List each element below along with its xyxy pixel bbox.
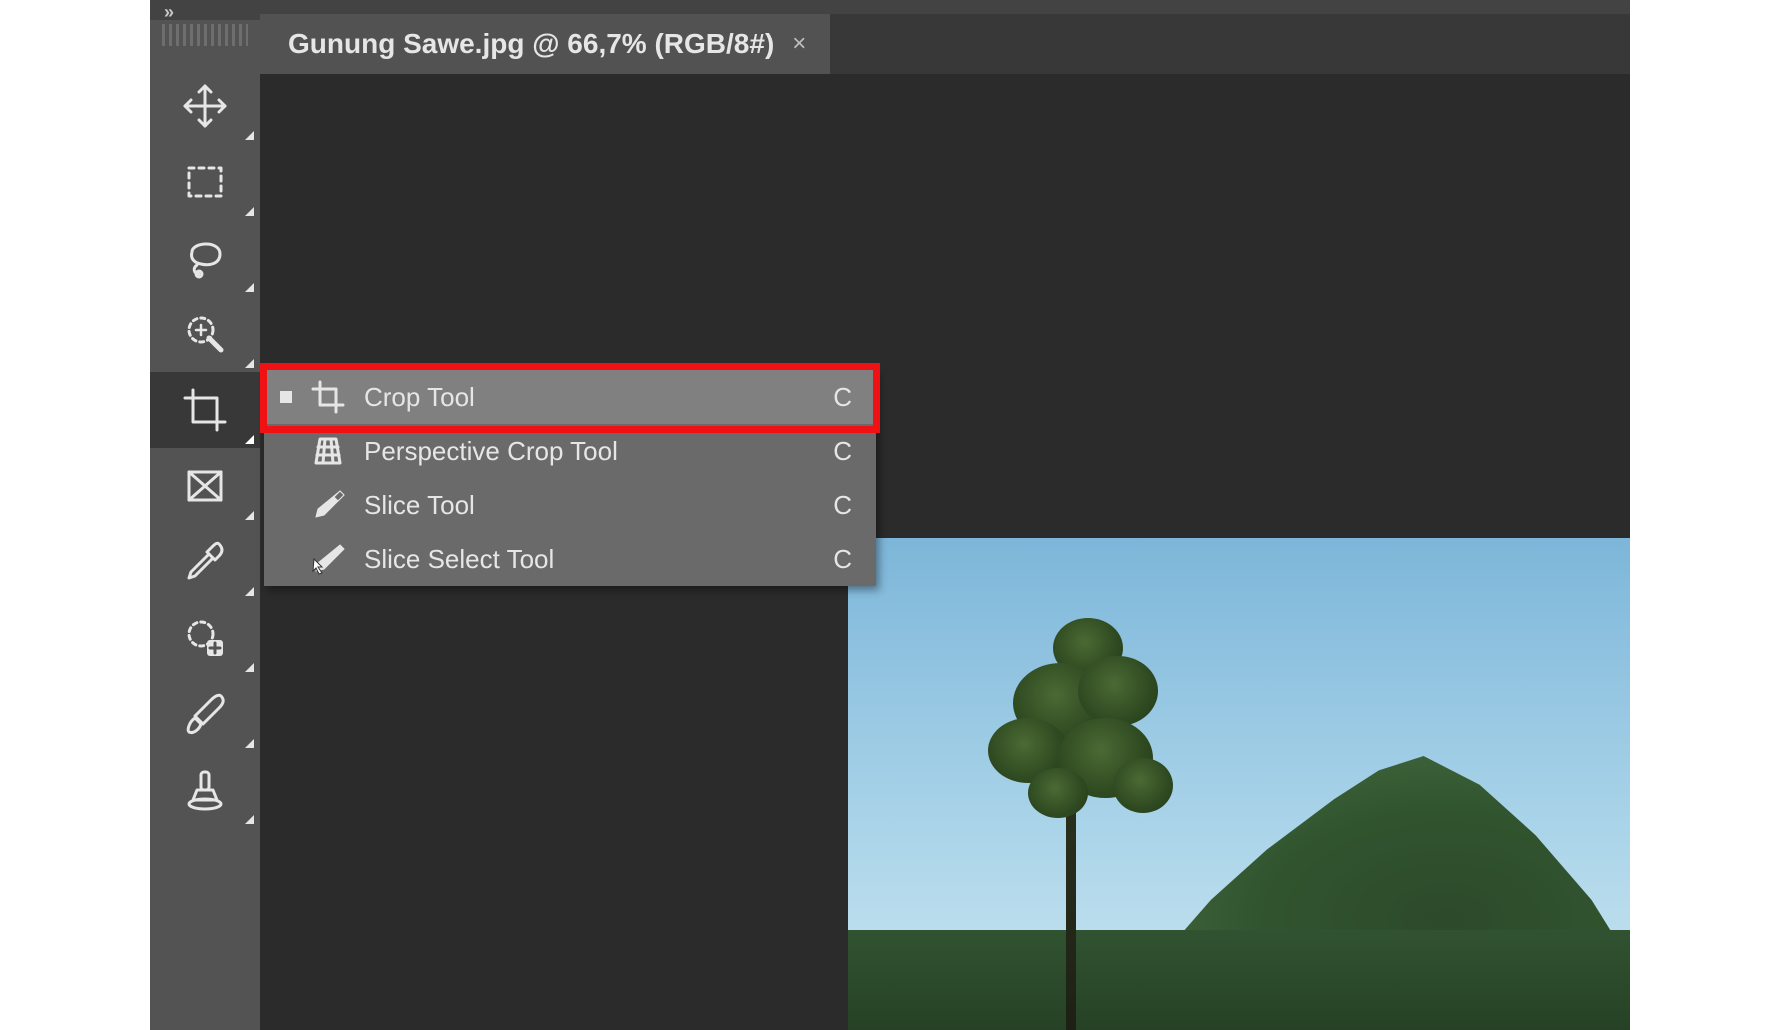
flyout-item-shortcut: C [833,436,852,467]
active-indicator-icon [280,499,292,511]
move-tool[interactable] [150,68,260,144]
slice-select-icon [310,541,346,577]
frame-tool[interactable] [150,448,260,524]
document-tab-bar: Gunung Sawe.jpg @ 66,7% (RGB/8#) × [260,14,1630,74]
flyout-item-shortcut: C [833,490,852,521]
document-tab[interactable]: Gunung Sawe.jpg @ 66,7% (RGB/8#) × [260,14,830,74]
rectangular-marquee-tool[interactable] [150,144,260,220]
crop-tool-flyout: Crop Tool C Perspective Crop Tool C [264,370,876,586]
lasso-tool[interactable] [150,220,260,296]
crop-icon [310,379,346,415]
flyout-item-shortcut: C [833,382,852,413]
tools-panel [150,20,260,1030]
flyout-item-label: Crop Tool [364,382,815,413]
active-indicator-icon [280,553,292,565]
flyout-item-label: Slice Tool [364,490,815,521]
close-icon[interactable]: × [792,30,806,58]
flyout-item-label: Perspective Crop Tool [364,436,815,467]
flyout-item-crop-tool[interactable]: Crop Tool C [264,370,876,424]
flyout-item-slice-tool[interactable]: Slice Tool C [264,478,876,532]
perspective-crop-icon [310,433,346,469]
flyout-item-label: Slice Select Tool [364,544,815,575]
crop-tool[interactable] [150,372,260,448]
panel-grip[interactable] [162,24,248,46]
clone-stamp-tool[interactable] [150,752,260,828]
flyout-item-perspective-crop-tool[interactable]: Perspective Crop Tool C [264,424,876,478]
eyedropper-tool[interactable] [150,524,260,600]
flyout-item-shortcut: C [833,544,852,575]
app-window: » Gunung Sawe.jpg @ 66,7% (RGB/8#) × [150,0,1630,1030]
active-indicator-icon [280,445,292,457]
flyout-item-slice-select-tool[interactable]: Slice Select Tool C [264,532,876,586]
quick-selection-tool[interactable] [150,296,260,372]
active-indicator-icon [280,391,292,403]
brush-tool[interactable] [150,676,260,752]
image-content [848,538,1630,1030]
slice-icon [310,487,346,523]
spot-healing-brush-tool[interactable] [150,600,260,676]
document-canvas[interactable] [848,538,1630,1030]
document-tab-title: Gunung Sawe.jpg @ 66,7% (RGB/8#) [288,28,774,60]
